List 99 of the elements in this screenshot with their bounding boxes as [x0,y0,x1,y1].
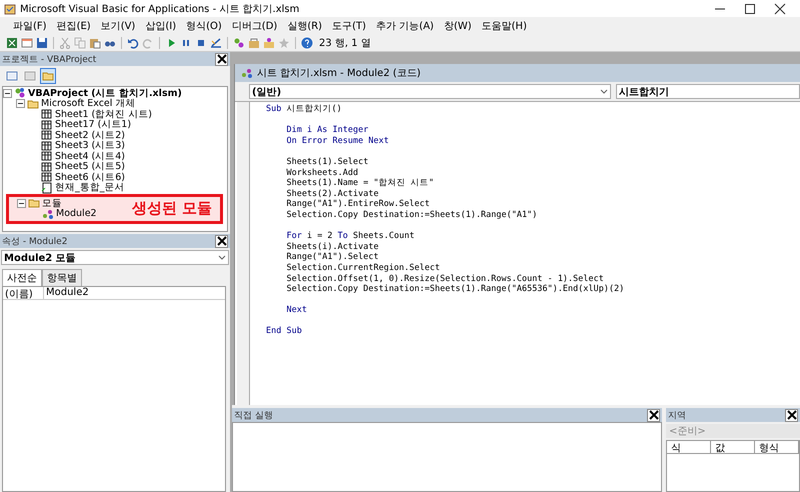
panel-title: 직접 실행 [234,410,273,422]
tree-item[interactable]: 모듈 [42,196,62,210]
code-window-title: 시트 합치기.xlsm - Module2 (코드) [257,67,421,80]
sheet-icon [42,130,52,140]
sheet-icon [42,172,52,182]
tree-item[interactable]: Sheet6 (시트6) [55,170,125,184]
module-icon [43,210,53,219]
sheet-icon [42,152,52,161]
menu-item[interactable]: 형식(O) [181,18,227,32]
menu-item[interactable]: 편집(E) [52,18,96,32]
code-text: 시트합치기() [286,104,342,115]
code-text: Range("A1").EntireRow.Select [285,199,430,210]
code-keyword: Next [285,305,307,316]
close-button[interactable] [215,234,228,248]
panel-title: 지역 [668,410,686,422]
save-icon[interactable] [36,36,48,48]
panel-title: 프로젝트 - VBAProject [2,54,96,66]
tree-item[interactable]: Microsoft Excel 개체 [41,97,136,110]
app-icon [4,2,16,14]
code-text: i = 2 [306,231,334,242]
undo-icon[interactable] [127,36,139,48]
project-icon [16,88,24,98]
cursor-position: 23 행, 1 열 [319,36,371,50]
property-value[interactable]: Module2 [44,287,89,299]
maximize-button[interactable] [744,2,756,14]
code-text: Sheets(1).Name = "합쳐진 시트" [285,178,434,189]
sheet-icon [42,120,52,130]
code-keyword: End Sub [266,326,302,338]
code-keyword: To [338,231,349,242]
sheet-icon [42,141,52,150]
menu-item[interactable]: 파일(F) [8,18,52,32]
folder-icon [28,100,38,108]
menu-item[interactable]: 창(W) [438,18,477,32]
code-text: Selection.Copy Destination:=Sheets(1).Range("A65536").End(xlUp)(2) [285,284,624,295]
code-keyword: Dim i As Integer [285,125,368,136]
menu-item[interactable]: 도움말(H) [476,18,532,32]
properties-tab[interactable]: 항목별 [42,269,82,286]
code-keyword: Sub [266,104,282,115]
menu-item[interactable]: 실행(R) [282,18,328,32]
locals-status: <준비> [666,424,800,438]
code-text: Sheets.Count [353,231,414,242]
help-icon[interactable] [301,36,313,48]
menu-item[interactable]: 추가 기능(A) [371,18,439,32]
properties-icon[interactable] [248,36,260,48]
tree-item[interactable]: Sheet5 (시트5) [55,160,125,174]
menu-item[interactable]: 도구(T) [327,18,371,32]
close-button[interactable] [785,408,798,422]
column-header: 식 [667,441,711,453]
procedure-dropdown[interactable]: 시트합치기 [616,84,800,99]
sheet-icon [42,110,52,119]
tree-item[interactable]: VBAProject (시트 합치기.xlsm) [28,86,182,100]
callout-label: 생성된 모듈 [132,199,213,218]
object-browser-icon[interactable] [263,36,275,48]
excel-icon[interactable] [6,36,18,48]
window-title: Microsoft Visual Basic for Applications - 시트 합치기.xlsm [20,2,300,16]
close-button[interactable] [215,52,228,66]
tree-item[interactable]: Sheet17 (시트1) [55,118,132,132]
close-button[interactable] [774,2,786,14]
code-text: Sheets(i).Activate [285,242,379,252]
code-text: Selection.Copy Destination:=Sheets(1).Range("A1") [285,210,538,221]
tree-item[interactable]: Sheet4 (시트4) [55,150,125,163]
sheet-icon [42,162,52,172]
code-text: Selection.CurrentRegion.Select [285,262,440,274]
code-keyword: On Error Resume Next [285,136,389,146]
object-dropdown[interactable]: Module2 모듈 [1,250,229,265]
module-icon [241,67,253,79]
code-keyword: For [285,231,303,242]
close-button[interactable] [647,408,660,422]
tree-item[interactable]: Sheet1 (합쳐진 시트) [55,108,152,121]
project-explorer-icon[interactable] [233,36,245,48]
code-text: Sheets(1).Select [285,156,368,168]
panel-title: 속성 - Module2 [2,236,68,248]
code-text: Selection.Offset(1, 0).Resize(Selection.Rows.Count - 1).Select [285,274,604,284]
object-dropdown[interactable]: (일반) [249,84,611,99]
tree-item[interactable]: Module2 [56,208,97,220]
code-text: Range("A1").Select [285,252,379,263]
tree-item[interactable]: Sheet2 (시트2) [55,128,125,142]
menu-item[interactable]: 디버그(D) [226,18,282,32]
column-header: 값 [711,441,755,453]
menu-item[interactable]: 삽입(I) [140,18,182,32]
code-text: Sheets(2).Activate [285,188,379,200]
expand-toggle[interactable] [17,198,26,208]
folder-icon [28,200,40,208]
expand-toggle[interactable] [16,99,25,108]
code-text: Worksheets.Add [285,168,358,178]
properties-tab[interactable]: 사전순 [2,269,42,286]
property-name: (이름) [3,287,44,299]
column-header: 형식 [755,441,799,453]
insert-form-icon[interactable] [21,36,33,48]
expand-toggle[interactable] [3,88,12,98]
tree-item[interactable]: Sheet3 (시트3) [55,139,125,152]
workbook-icon [42,182,52,194]
chevron-icon [600,89,608,94]
design-mode-icon[interactable] [210,36,222,48]
toggle-folders-button[interactable] [40,68,56,84]
menu-item[interactable]: 보기(V) [96,18,140,32]
chevron-icon [218,255,226,260]
tree-item[interactable]: 현재_통합_문서 [55,181,124,194]
paste-icon[interactable] [89,36,101,48]
